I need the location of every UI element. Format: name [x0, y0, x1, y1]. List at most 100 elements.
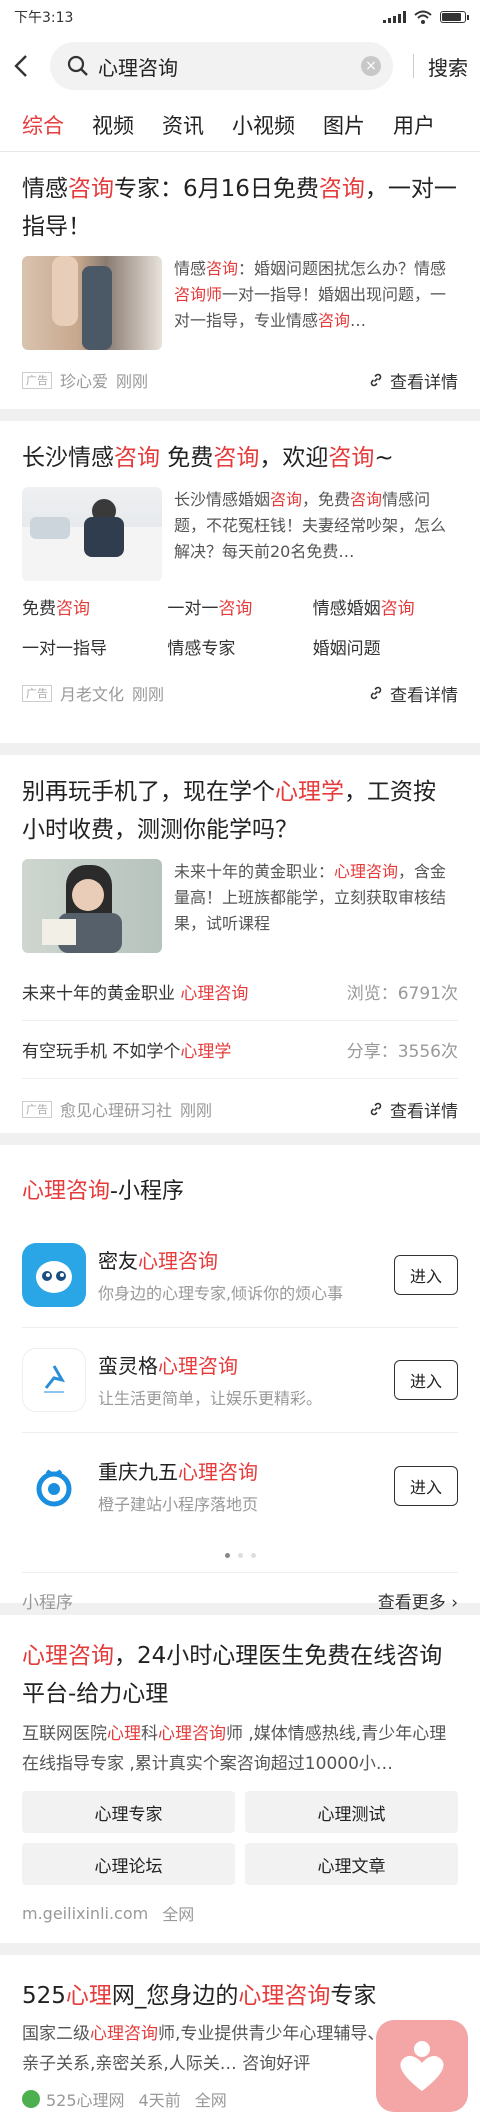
ad-description: 未来十年的黄金职业：心理咨询，含金量高！上班族都能学，立刻获取审核结果，试听课程 — [174, 862, 447, 933]
view-details-link[interactable]: 查看详情 — [368, 368, 458, 393]
view-more-link[interactable]: 查看更多 › — [378, 1588, 458, 1613]
ad-description: 情感咨询：婚姻问题困扰怎么办？情感咨询师一对一指导！婚姻出现问题，一对一指导，专… — [174, 259, 447, 330]
result-description: 互联网医院心理科心理咨询师 ,媒体情感热线,青少年心理在线指导专家 ,累计真实个… — [22, 1724, 447, 1774]
carousel-dots — [22, 1538, 458, 1572]
result-time: 4天前 — [138, 2091, 181, 2110]
back-button[interactable] — [14, 51, 44, 81]
mini-program-name: 密友心理咨询 — [98, 1249, 218, 1273]
stat-label: 有空玩手机 不如学个心理学 — [22, 1042, 232, 1062]
stat-label: 未来十年的黄金职业 心理咨询 — [22, 984, 249, 1004]
enter-button[interactable]: 进入 — [394, 1255, 458, 1295]
search-button[interactable]: 搜索 — [428, 52, 468, 81]
status-icons — [383, 10, 469, 24]
clear-icon[interactable]: × — [361, 56, 381, 76]
ad-card-1[interactable]: 情感咨询专家：6月16日免费咨询，一对一指导！ 情感咨询：婚姻问题困扰怎么办？情… — [0, 152, 480, 409]
stat-value: 浏览：6791次 — [346, 984, 458, 1004]
sitelink-button[interactable]: 心理论坛 — [22, 1843, 235, 1885]
result-card-4[interactable]: 心理咨询，24小时心理医生免费在线咨询平台-给力心理 互联网医院心理科心理咨询师… — [0, 1615, 480, 1943]
ad-card-2[interactable]: 长沙情感咨询 免费咨询，欢迎咨询~ 长沙情感婚姻咨询，免费咨询情感问题，不花冤枉… — [0, 421, 480, 743]
ad-description: 长沙情感婚姻咨询，免费咨询情感问题，不花冤枉钱！夫妻经常吵架，怎么解决？每天前2… — [174, 490, 447, 561]
mini-program-desc: 橙子建站小程序落地页 — [98, 1494, 259, 1514]
link-icon — [370, 686, 382, 700]
keyword-link[interactable]: 免费咨询 — [22, 595, 167, 623]
sitelink-button[interactable]: 心理测试 — [245, 1791, 458, 1833]
stat-row[interactable]: 未来十年的黄金职业 心理咨询 浏览：6791次 — [22, 963, 458, 1021]
tab-news[interactable]: 资讯 — [162, 110, 204, 140]
mini-program-item[interactable]: 密友心理咨询 你身边的心理专家,倾诉你的烦心事 进入 — [22, 1223, 458, 1328]
result-site: 525心理网 — [46, 2091, 125, 2110]
search-box[interactable]: × — [50, 42, 393, 90]
search-icon — [67, 55, 88, 76]
status-time: 下午3:13 — [14, 10, 74, 26]
ad-source: 愈见心理研习社 — [60, 1101, 173, 1120]
tab-images[interactable]: 图片 — [323, 110, 365, 140]
ad-source: 珍心爱 — [60, 372, 109, 391]
ad-title[interactable]: 情感咨询专家：6月16日免费咨询，一对一指导！ — [22, 152, 458, 246]
mini-program-label: 小程序 — [22, 1593, 73, 1613]
keyword-links: 免费咨询 一对一咨询 情感婚姻咨询 一对一指导 情感专家 婚姻问题 — [22, 595, 458, 663]
ad-badge: 广告 — [22, 684, 52, 702]
ad-source: 月老文化 — [60, 685, 125, 704]
sitelink-button[interactable]: 心理专家 — [22, 1791, 235, 1833]
search-bar: × 搜索 — [0, 34, 480, 98]
mini-program-desc: 你身边的心理专家,倾诉你的烦心事 — [98, 1284, 344, 1303]
sitelink-grid: 心理专家 心理测试 心理论坛 心理文章 — [22, 1791, 458, 1885]
ad-thumbnail-image — [22, 487, 162, 581]
signal-icon — [383, 11, 406, 23]
sitelink-button[interactable]: 心理文章 — [245, 1843, 458, 1885]
back-arrow-icon — [14, 55, 27, 77]
keyword-link[interactable]: 一对一指导 — [22, 635, 167, 663]
mini-program-card: 心理咨询-小程序 密友心理咨询 你身边的心理专家,倾诉你的烦心事 进入 蛮灵格心… — [0, 1145, 480, 1613]
tab-users[interactable]: 用户 — [393, 110, 435, 140]
view-details-label: 查看详情 — [390, 1101, 458, 1122]
keyword-link[interactable]: 情感专家 — [167, 635, 312, 663]
keyword-link[interactable]: 一对一咨询 — [167, 595, 312, 623]
view-details-link[interactable]: 查看详情 — [368, 681, 458, 706]
mini-program-title: 心理咨询-小程序 — [22, 1179, 184, 1204]
enter-button[interactable]: 进入 — [394, 1465, 458, 1506]
ad-thumbnail-image — [22, 256, 162, 350]
link-icon — [370, 373, 382, 387]
ad-time: 刚刚 — [180, 1101, 213, 1120]
ad-time: 刚刚 — [132, 685, 165, 704]
floating-heart-button[interactable] — [376, 2020, 468, 2112]
tab-video[interactable]: 视频 — [92, 110, 134, 140]
manlingge-logo-icon — [22, 1348, 86, 1412]
stat-row[interactable]: 有空玩手机 不如学个心理学 分享：3556次 — [22, 1021, 458, 1079]
mini-program-name: 重庆九五心理咨询 — [98, 1459, 258, 1484]
heart-icon — [400, 2041, 444, 2091]
site-logo-icon — [22, 2090, 40, 2108]
battery-icon — [440, 11, 469, 23]
ad-badge: 广告 — [22, 1100, 52, 1118]
result-scope: 全网 — [194, 2091, 227, 2110]
result-title[interactable]: 525心理网_您身边的心理咨询专家 — [22, 1955, 458, 2015]
tab-short-video[interactable]: 小视频 — [232, 110, 295, 140]
ad-badge: 广告 — [22, 371, 52, 389]
view-details-link[interactable]: 查看详情 — [368, 1097, 458, 1122]
miyou-logo-icon — [22, 1243, 86, 1307]
ad-title[interactable]: 长沙情感咨询 免费咨询，欢迎咨询~ — [22, 421, 458, 477]
link-icon — [370, 1102, 382, 1116]
result-scope: 全网 — [162, 1905, 195, 1924]
ad-time: 刚刚 — [116, 372, 149, 391]
view-details-label: 查看详情 — [390, 372, 458, 393]
enter-button[interactable]: 进入 — [394, 1360, 458, 1400]
status-bar: 下午3:13 — [0, 0, 480, 34]
search-input[interactable] — [98, 54, 361, 78]
ad-thumbnail-image — [22, 859, 162, 953]
mini-program-item[interactable]: 重庆九五心理咨询 橙子建站小程序落地页 进入 — [22, 1433, 458, 1538]
ad-card-3[interactable]: 别再玩手机了，现在学个心理学，工资按小时收费，测测你能学吗？ 未来十年的黄金职业… — [0, 755, 480, 1133]
divider — [413, 54, 414, 78]
result-site: m.geilixinli.com — [22, 1903, 149, 1923]
mini-program-desc: 让生活更简单，让娱乐更精彩。 — [98, 1389, 323, 1408]
stat-value: 分享：3556次 — [346, 1042, 458, 1062]
mini-program-item[interactable]: 蛮灵格心理咨询 让生活更简单，让娱乐更精彩。 进入 — [22, 1328, 458, 1433]
chongqing-95-logo-icon — [22, 1453, 86, 1518]
wifi-icon — [414, 10, 432, 24]
result-title[interactable]: 心理咨询，24小时心理医生免费在线咨询平台-给力心理 — [22, 1615, 458, 1713]
tab-comprehensive[interactable]: 综合 — [22, 110, 64, 140]
keyword-link[interactable]: 婚姻问题 — [313, 635, 458, 663]
keyword-link[interactable]: 情感婚姻咨询 — [313, 595, 458, 623]
ad-title[interactable]: 别再玩手机了，现在学个心理学，工资按小时收费，测测你能学吗？ — [22, 755, 458, 849]
view-details-label: 查看详情 — [390, 685, 458, 706]
